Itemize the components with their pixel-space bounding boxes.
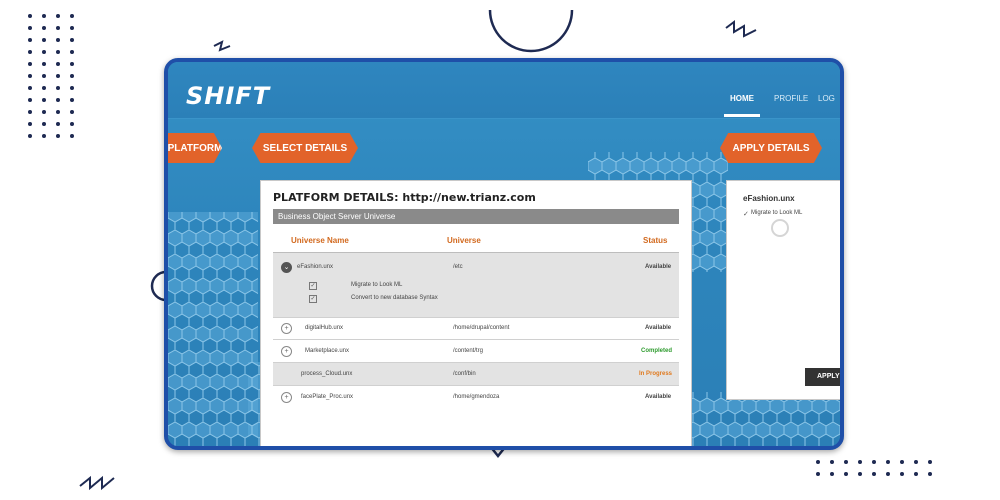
universe-name: Marketplace.unx <box>305 348 350 354</box>
apply-details-panel: eFashion.unx ✓ Migrate to Look ML APPLY <box>726 180 840 400</box>
universe-path: /content/trg <box>453 348 484 354</box>
status-badge: Available <box>645 394 672 400</box>
universe-name: facePlate_Proc.unx <box>301 394 354 400</box>
col-header-name: Universe Name <box>291 236 349 245</box>
apply-file-title: eFashion.unx <box>743 194 795 203</box>
universe-name: digitalHub.unx <box>305 325 344 331</box>
option-label: Migrate to Look ML <box>351 282 403 288</box>
section-bar: Business Object Server Universe <box>273 209 679 224</box>
top-navbar: SHIFT HOME PROFILE LOG <box>168 62 840 119</box>
status-badge: Available <box>645 325 672 331</box>
universe-path: /etc <box>453 264 463 270</box>
table-row[interactable]: + digitalHub.unx /home/drupal/content Av… <box>273 317 679 340</box>
app-screen: SHIFT HOME PROFILE LOG PLATFORM SELECT D… <box>168 62 840 446</box>
option-label: Convert to new database Syntax <box>351 295 438 301</box>
table-row[interactable]: + facePlate_Proc.unx /home/gmendoza Avai… <box>273 386 679 408</box>
nav-home[interactable]: HOME <box>730 94 754 103</box>
loading-spinner <box>771 219 789 237</box>
status-badge: Available <box>645 264 672 270</box>
expand-icon[interactable]: + <box>281 346 292 357</box>
expand-icon[interactable]: + <box>281 392 292 403</box>
status-badge: In Progress <box>639 371 673 377</box>
checkbox-migrate[interactable]: ✓ <box>309 282 317 290</box>
apply-button[interactable]: APPLY <box>805 368 840 386</box>
universe-name: process_Cloud.unx <box>301 371 353 377</box>
apply-item-label: Migrate to Look ML <box>751 210 803 216</box>
table-row[interactable]: process_Cloud.unx /conf/bin In Progress <box>273 363 679 386</box>
nav-log[interactable]: LOG <box>818 94 835 103</box>
universe-path: /home/drupal/content <box>453 325 510 331</box>
platform-details-panel: PLATFORM DETAILS: http://new.trianz.com … <box>260 180 692 446</box>
app-logo: SHIFT <box>186 82 271 110</box>
nav-profile[interactable]: PROFILE <box>774 94 808 103</box>
panel-title: PLATFORM DETAILS: http://new.trianz.com <box>273 191 536 204</box>
expand-icon[interactable]: + <box>281 323 292 334</box>
status-badge: Completed <box>641 348 673 354</box>
col-header-universe: Universe <box>447 236 481 245</box>
universe-path: /conf/bin <box>453 371 476 377</box>
step-apply-details[interactable]: APPLY DETAILS <box>720 133 822 163</box>
device-frame: SHIFT HOME PROFILE LOG PLATFORM SELECT D… <box>164 58 844 450</box>
collapse-icon[interactable]: ⌄ <box>281 262 292 273</box>
checkbox-convert[interactable]: ✓ <box>309 295 317 303</box>
universe-path: /home/gmendoza <box>453 394 500 400</box>
step-select-details[interactable]: SELECT DETAILS <box>252 133 358 163</box>
step-platform[interactable]: PLATFORM <box>168 133 222 163</box>
active-nav-indicator <box>724 114 760 117</box>
table-row-expanded[interactable]: ⌄ eFashion.unx /etc Available ✓ Migrate … <box>273 252 679 318</box>
universe-name: eFashion.unx <box>297 264 334 270</box>
check-icon: ✓ <box>743 211 749 218</box>
table-row[interactable]: + Marketplace.unx /content/trg Completed <box>273 340 679 363</box>
col-header-status: Status <box>643 236 668 245</box>
